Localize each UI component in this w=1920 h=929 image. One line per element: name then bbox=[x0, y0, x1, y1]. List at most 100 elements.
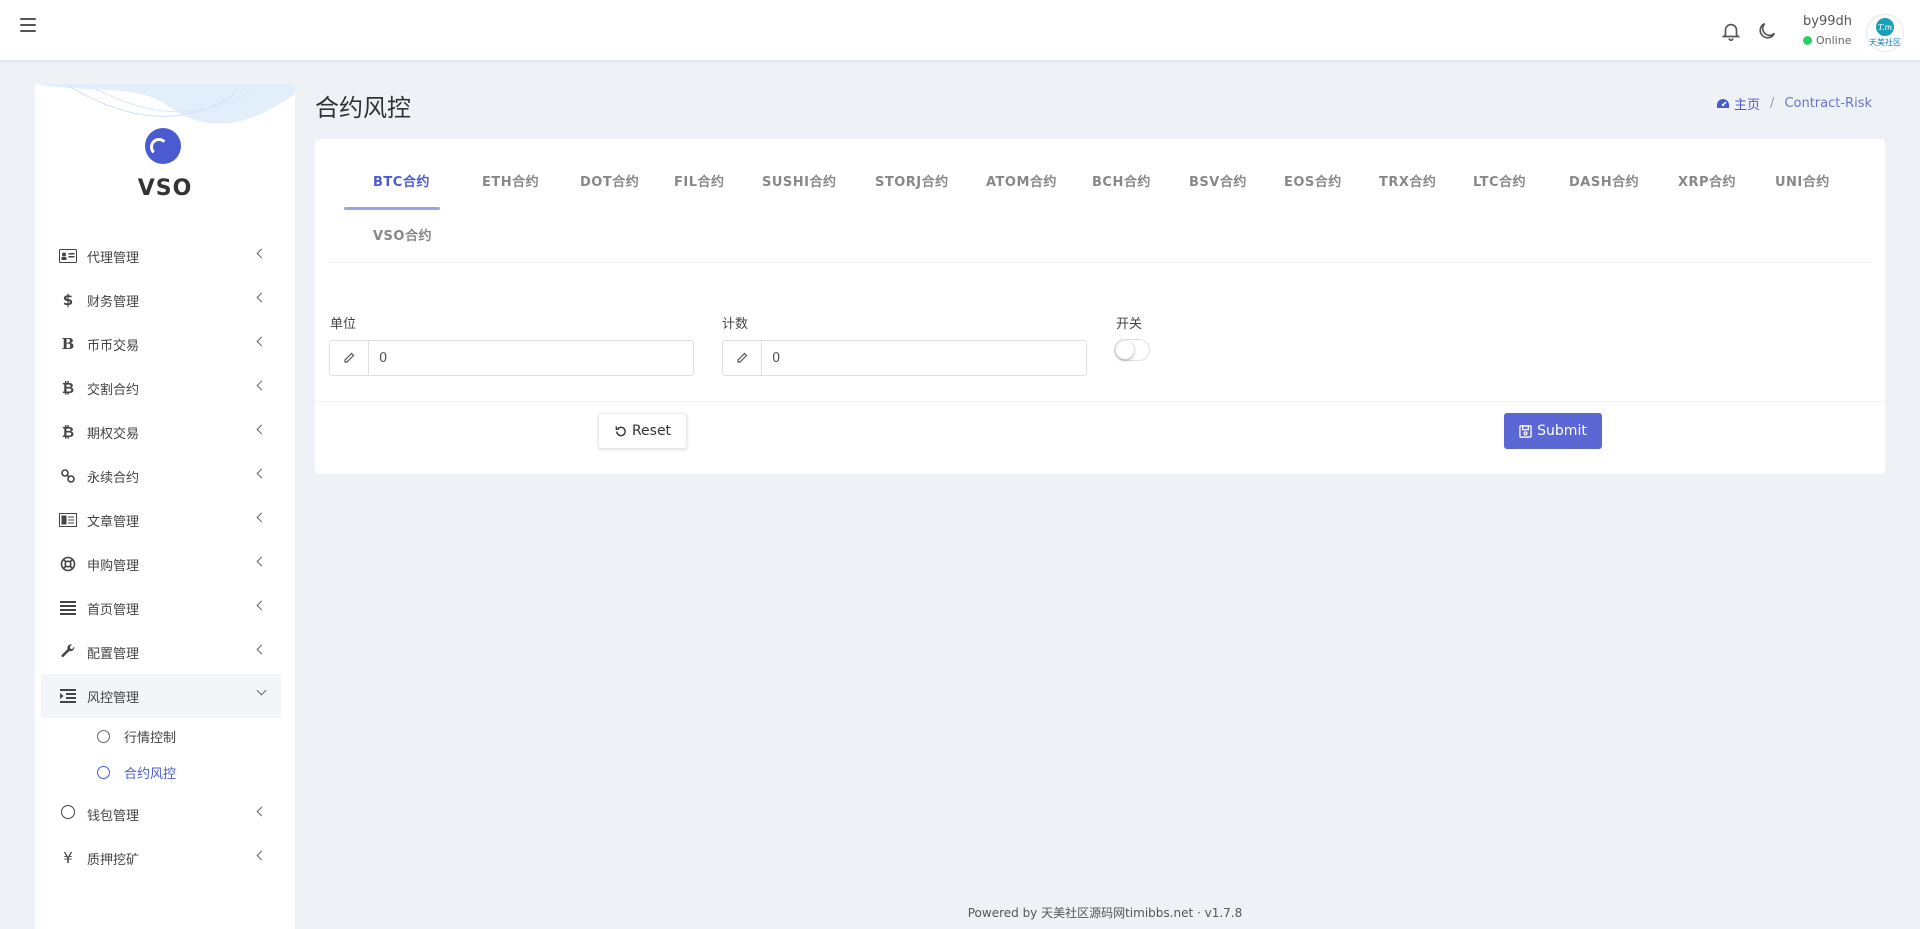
sidebar-item-label: 质押挖矿 bbox=[87, 852, 140, 868]
tab-eth[interactable]: ETH合约 bbox=[482, 171, 539, 190]
sidebar-item-finance[interactable]: $ 财务管理 bbox=[41, 278, 281, 322]
sidebar-item-label: 配置管理 bbox=[87, 646, 140, 662]
sidebar-item-label: 申购管理 bbox=[87, 558, 140, 574]
sidebar-menu: 代理管理 $ 财务管理 B 币币交易 ₿ 交割合约 ₿ 期权交易 永续合约 文章… bbox=[41, 234, 281, 880]
chevron-left-icon bbox=[256, 380, 267, 391]
chevron-left-icon bbox=[256, 468, 267, 479]
form-footer-divider bbox=[315, 401, 1885, 402]
online-dot-icon bbox=[1803, 36, 1812, 45]
sidebar-item-label: 永续合约 bbox=[87, 470, 140, 486]
sidebar-item-delivery[interactable]: ₿ 交割合约 bbox=[41, 366, 281, 410]
bold-b-icon: B bbox=[61, 335, 75, 353]
sidebar-item-label: 钱包管理 bbox=[87, 808, 140, 824]
breadcrumb-separator: / bbox=[1770, 96, 1775, 111]
submit-button[interactable]: Submit bbox=[1504, 413, 1602, 449]
dashboard-icon bbox=[1717, 98, 1730, 108]
sidebar-item-staking[interactable]: ¥ 质押挖矿 bbox=[41, 836, 281, 880]
reset-label: Reset bbox=[631, 423, 672, 439]
list-icon bbox=[60, 601, 76, 615]
tab-atom[interactable]: ATOM合约 bbox=[986, 171, 1057, 190]
sidebar-item-label: 币币交易 bbox=[87, 338, 140, 354]
tab-bsv[interactable]: BSV合约 bbox=[1189, 171, 1247, 190]
sidebar-item-label: 风控管理 bbox=[87, 690, 140, 706]
sidebar-item-homepage[interactable]: 首页管理 bbox=[41, 586, 281, 630]
chevron-left-icon bbox=[256, 644, 267, 655]
tab-sushi[interactable]: SUSHI合约 bbox=[762, 171, 837, 190]
sidebar-item-label: 代理管理 bbox=[87, 250, 140, 266]
tab-divider bbox=[329, 262, 1871, 263]
sidebar-item-label: 文章管理 bbox=[87, 514, 140, 530]
tab-xrp[interactable]: XRP合约 bbox=[1678, 171, 1736, 190]
circle-icon bbox=[57, 805, 79, 823]
sidebar-item-perpetual[interactable]: 永续合约 bbox=[41, 454, 281, 498]
tab-btc[interactable]: BTC合约 bbox=[373, 171, 430, 190]
page-title: 合约风控 bbox=[315, 94, 411, 122]
brand-name: VSO bbox=[137, 176, 193, 201]
unit-input[interactable] bbox=[369, 341, 693, 375]
count-label: 计数 bbox=[722, 317, 749, 332]
avatar[interactable]: T.m 天美社区 bbox=[1866, 14, 1904, 52]
powered-by-footer: Powered by 天美社区源码网timibbs.net · v1.7.8 bbox=[967, 906, 1243, 920]
tab-uni[interactable]: UNI合约 bbox=[1775, 171, 1830, 190]
status-text: Online bbox=[1816, 34, 1852, 47]
submenu-item-contract-risk[interactable]: 合约风控 bbox=[41, 754, 281, 790]
sidebar-item-spot[interactable]: B 币币交易 bbox=[41, 322, 281, 366]
link-icon bbox=[61, 469, 75, 483]
tab-fil[interactable]: FIL合约 bbox=[674, 171, 725, 190]
breadcrumb-home-link[interactable]: 主页 bbox=[1716, 94, 1760, 113]
circle-icon bbox=[97, 765, 110, 779]
indent-icon bbox=[60, 689, 76, 703]
chevron-left-icon bbox=[256, 512, 267, 523]
sidebar-item-label: 交割合约 bbox=[87, 382, 140, 398]
tab-trx[interactable]: TRX合约 bbox=[1379, 171, 1436, 190]
submenu-item-label: 行情控制 bbox=[124, 730, 177, 746]
submit-label: Submit bbox=[1537, 423, 1587, 439]
unit-label: 单位 bbox=[330, 317, 357, 332]
chevron-left-icon bbox=[256, 336, 267, 347]
sidebar-wave-decoration bbox=[35, 84, 295, 124]
sidebar-item-subscription[interactable]: 申购管理 bbox=[41, 542, 281, 586]
submenu-item-market-control[interactable]: 行情控制 bbox=[41, 718, 281, 754]
chevron-left-icon bbox=[256, 806, 267, 817]
yen-icon: ¥ bbox=[63, 849, 73, 867]
undo-icon bbox=[615, 425, 626, 436]
bitcoin-icon: ₿ bbox=[61, 423, 75, 441]
sidebar-item-articles[interactable]: 文章管理 bbox=[41, 498, 281, 542]
enable-switch[interactable] bbox=[1114, 339, 1150, 361]
sidebar-item-label: 首页管理 bbox=[87, 602, 140, 618]
contract-risk-card: BTC合约 ETH合约 DOT合约 FIL合约 SUSHI合约 STORJ合约 … bbox=[315, 139, 1885, 474]
tab-bch[interactable]: BCH合约 bbox=[1092, 171, 1151, 190]
tab-dot[interactable]: DOT合约 bbox=[580, 171, 639, 190]
menu-toggle-icon[interactable] bbox=[20, 18, 36, 32]
avatar-logo-icon: T.m bbox=[1876, 18, 1894, 36]
tab-dash[interactable]: DASH合约 bbox=[1569, 171, 1639, 190]
pencil-icon bbox=[330, 341, 369, 375]
sidebar-item-label: 期权交易 bbox=[87, 426, 140, 442]
moon-icon[interactable] bbox=[1756, 20, 1778, 42]
dollar-icon: $ bbox=[62, 291, 74, 309]
user-info[interactable]: by99dh Online bbox=[1803, 14, 1852, 47]
bell-icon[interactable] bbox=[1720, 20, 1742, 42]
tab-storj[interactable]: STORJ合约 bbox=[875, 171, 949, 190]
reset-button[interactable]: Reset bbox=[598, 413, 687, 449]
sidebar-item-options[interactable]: ₿ 期权交易 bbox=[41, 410, 281, 454]
count-input-group bbox=[722, 340, 1087, 376]
tab-ltc[interactable]: LTC合约 bbox=[1473, 171, 1526, 190]
count-input[interactable] bbox=[762, 341, 1086, 375]
brand-logo-icon bbox=[145, 128, 181, 164]
active-tab-indicator bbox=[344, 207, 440, 210]
tab-eos[interactable]: EOS合约 bbox=[1284, 171, 1342, 190]
id-card-icon bbox=[59, 249, 77, 263]
chevron-left-icon bbox=[256, 248, 267, 259]
username: by99dh bbox=[1803, 14, 1852, 29]
sidebar-item-config[interactable]: 配置管理 bbox=[41, 630, 281, 674]
sidebar-item-agent[interactable]: 代理管理 bbox=[41, 234, 281, 278]
chevron-left-icon bbox=[256, 600, 267, 611]
newspaper-icon bbox=[59, 513, 77, 527]
sidebar-item-wallet[interactable]: 钱包管理 bbox=[41, 792, 281, 836]
sidebar-item-risk-control[interactable]: 风控管理 bbox=[41, 674, 281, 718]
sidebar: VSO 代理管理 $ 财务管理 B 币币交易 ₿ 交割合约 ₿ 期权交易 永续合… bbox=[35, 84, 295, 929]
sidebar-item-label: 财务管理 bbox=[87, 294, 140, 310]
breadcrumb-current: Contract-Risk bbox=[1784, 96, 1872, 111]
tab-vso[interactable]: VSO合约 bbox=[373, 225, 432, 244]
